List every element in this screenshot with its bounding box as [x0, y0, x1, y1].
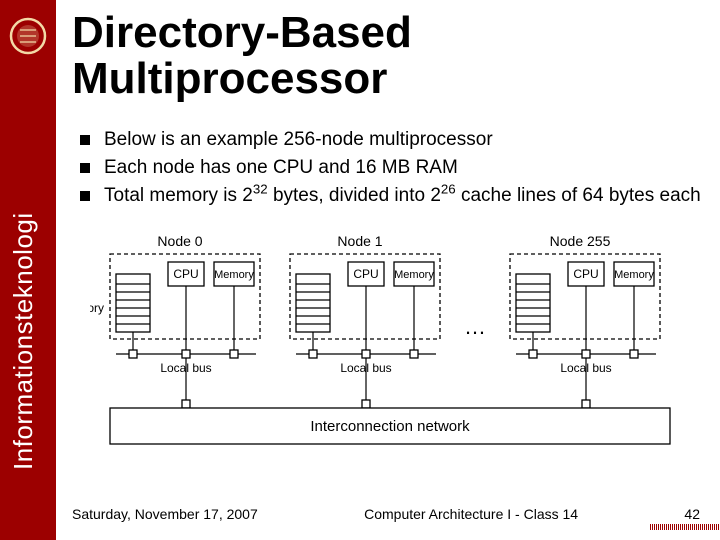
uppsala-logo-icon: [8, 16, 48, 56]
square-bullet-icon: [80, 191, 90, 201]
decorative-stripe-icon: [650, 524, 720, 530]
bullet-text: Total memory is 232 bytes, divided into …: [104, 184, 708, 208]
sidebar-vertical-label: Informationsteknologi: [8, 212, 39, 470]
memory-label: Memory: [614, 269, 654, 281]
cpu-label: CPU: [173, 267, 198, 281]
list-item: Each node has one CPU and 16 MB RAM: [80, 156, 708, 180]
footer-date: Saturday, November 17, 2007: [72, 506, 258, 522]
list-item: Below is an example 256-node multiproces…: [80, 128, 708, 152]
cpu-label: CPU: [353, 267, 378, 281]
page-title: Directory-Based Multiprocessor: [72, 10, 412, 102]
multiprocessor-diagram: Node 0 CPU Memory: [90, 234, 690, 464]
square-bullet-icon: [80, 135, 90, 145]
title-line-2: Multiprocessor: [72, 56, 412, 102]
bullet-text: Each node has one CPU and 16 MB RAM: [104, 156, 708, 180]
footer: Saturday, November 17, 2007 Computer Arc…: [72, 506, 700, 522]
directory-label: Directory: [90, 301, 104, 315]
list-item: Total memory is 232 bytes, divided into …: [80, 184, 708, 208]
node-label: Node 255: [550, 234, 611, 249]
memory-label: Memory: [394, 269, 434, 281]
node-label: Node 1: [337, 234, 382, 249]
bullet-list: Below is an example 256-node multiproces…: [80, 128, 708, 211]
interconnect-label: Interconnection network: [310, 418, 470, 435]
cpu-label: CPU: [573, 267, 598, 281]
page-number: 42: [684, 506, 700, 522]
memory-label: Memory: [214, 269, 254, 281]
title-line-1: Directory-Based: [72, 10, 412, 56]
slide: Informationsteknologi Directory-Based Mu…: [0, 0, 720, 540]
footer-center: Computer Architecture I - Class 14: [364, 506, 578, 522]
node-label: Node 0: [157, 234, 202, 249]
square-bullet-icon: [80, 163, 90, 173]
bullet-text: Below is an example 256-node multiproces…: [104, 128, 708, 152]
ellipsis-icon: …: [464, 314, 486, 339]
